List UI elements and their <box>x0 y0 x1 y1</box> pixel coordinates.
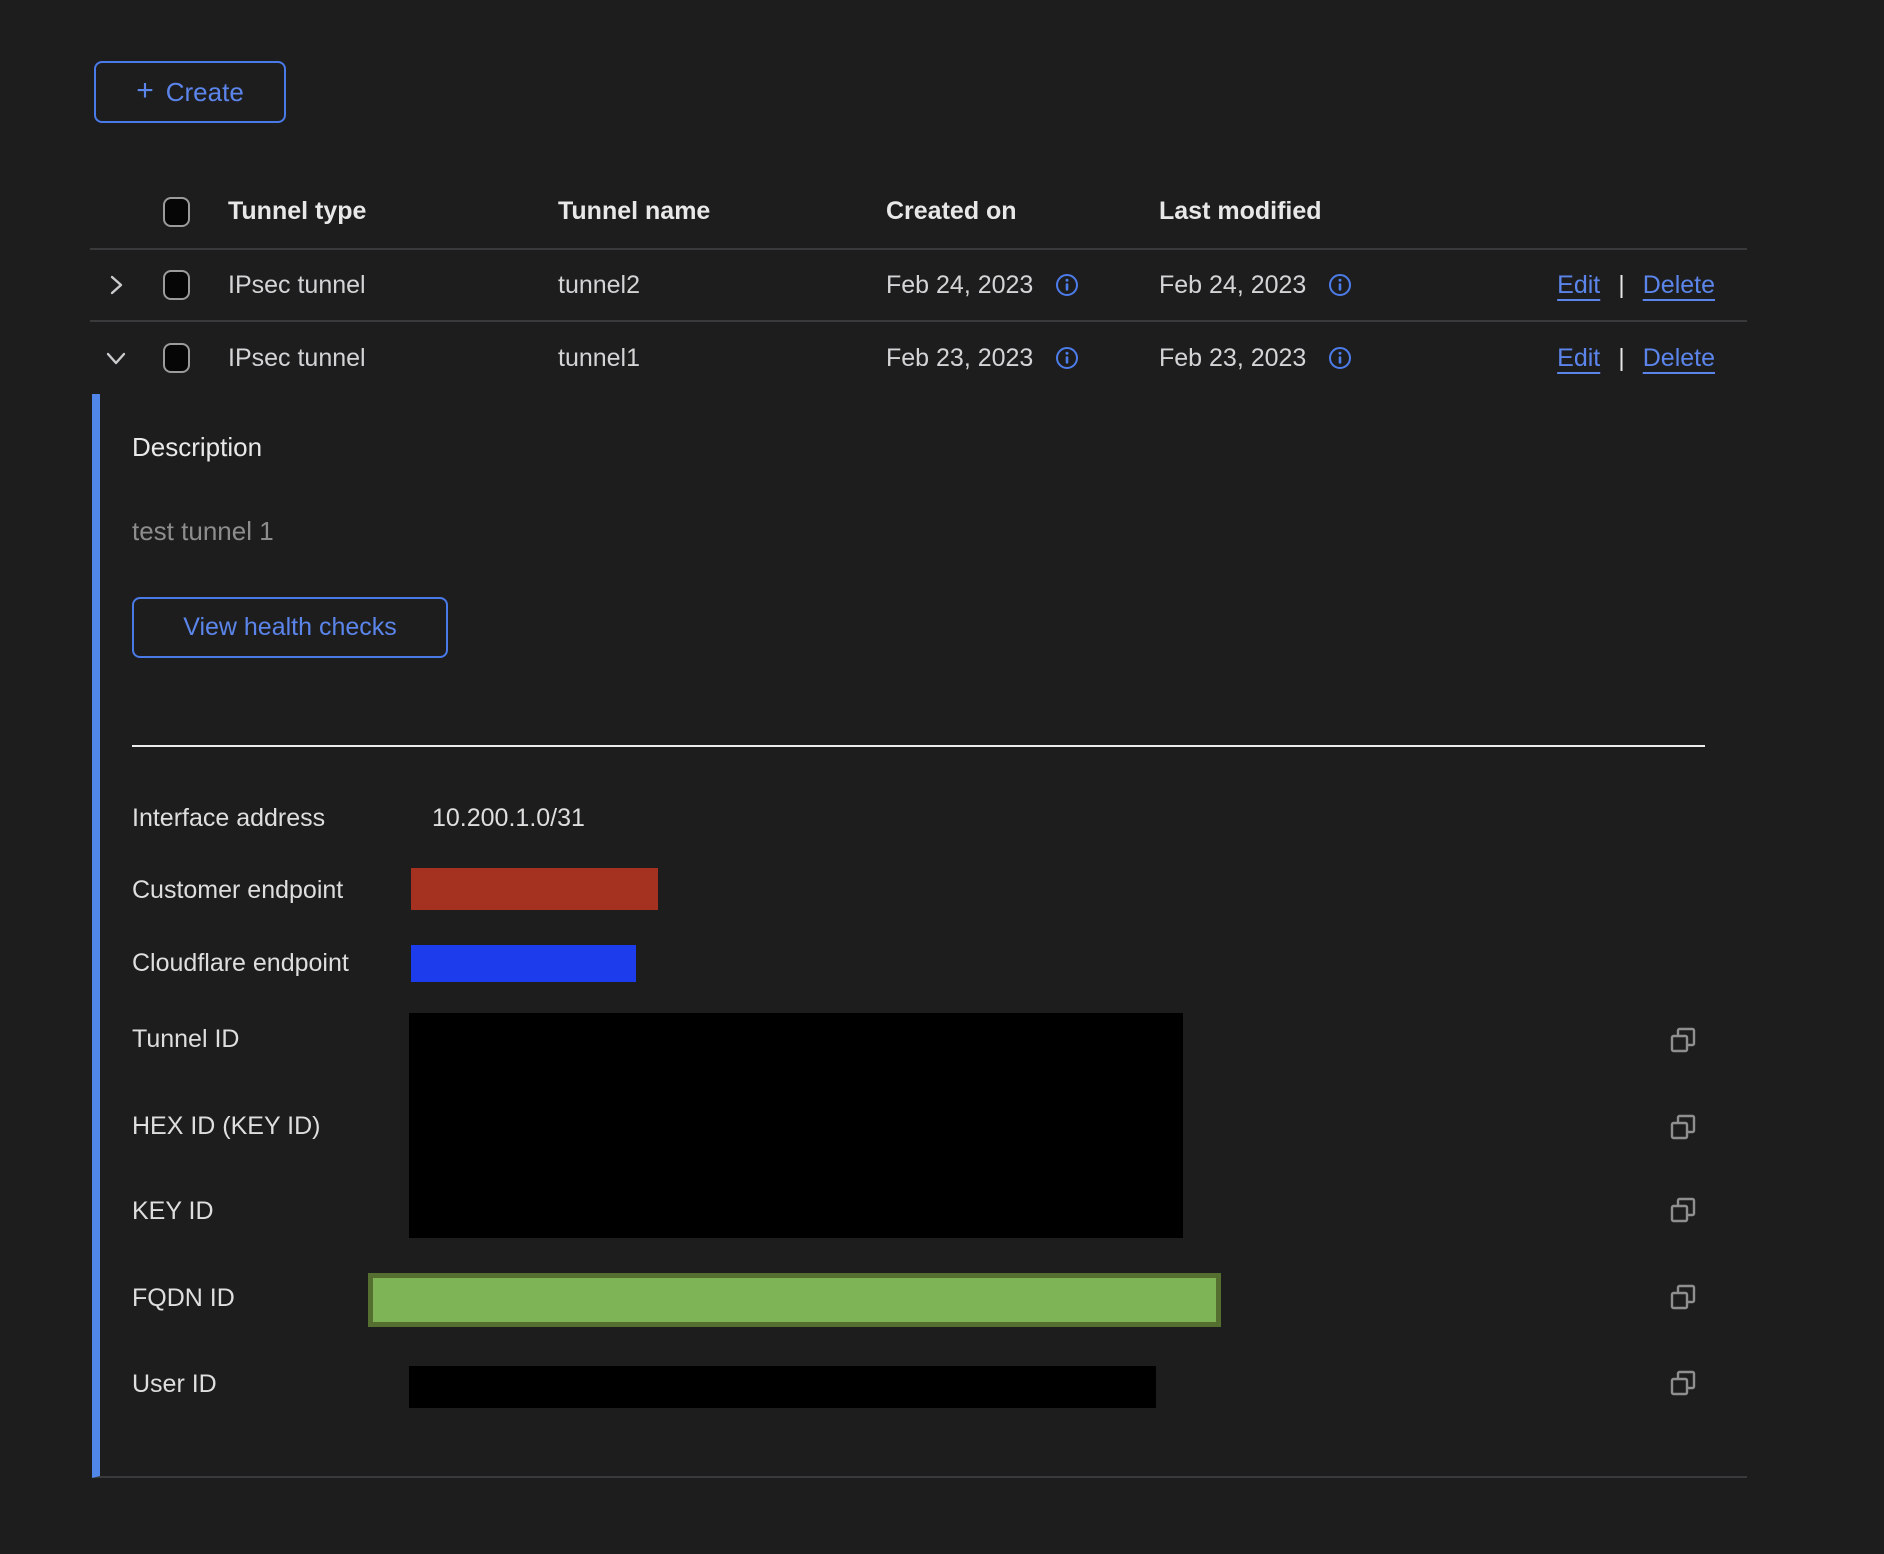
cloudflare-endpoint-redacted-value <box>411 945 636 982</box>
view-health-checks-button[interactable]: View health checks <box>132 597 448 658</box>
collapse-row-button[interactable] <box>90 346 163 370</box>
customer-endpoint-redacted-value <box>411 868 658 910</box>
table-row: IPsec tunnel tunnel1 Feb 23, 2023 Feb 23… <box>90 322 1747 394</box>
action-separator: | <box>1618 344 1625 373</box>
row-actions: Edit | Delete <box>1460 271 1747 300</box>
copy-tunnel-id-button[interactable] <box>1668 1026 1698 1056</box>
delete-link[interactable]: Delete <box>1643 344 1715 373</box>
create-button[interactable]: + Create <box>94 61 286 123</box>
expand-row-button[interactable] <box>90 273 163 297</box>
ids-redacted-values <box>409 1013 1183 1238</box>
created-on-date: Feb 23, 2023 <box>886 344 1033 373</box>
fqdn-id-label: FQDN ID <box>132 1283 235 1313</box>
table-row: IPsec tunnel tunnel2 Feb 24, 2023 Feb 24… <box>90 250 1747 322</box>
customer-endpoint-label: Customer endpoint <box>132 875 343 905</box>
last-modified-cell: Feb 24, 2023 <box>1159 271 1460 300</box>
section-divider <box>132 745 1705 747</box>
copy-user-id-button[interactable] <box>1668 1369 1698 1399</box>
copy-icon <box>1668 1283 1698 1313</box>
chevron-down-icon <box>104 346 128 370</box>
select-all-checkbox[interactable] <box>163 197 190 227</box>
interface-address-label: Interface address <box>132 803 325 833</box>
tunnel-name-cell: tunnel2 <box>558 271 886 300</box>
info-icon[interactable] <box>1055 346 1079 370</box>
row-checkbox[interactable] <box>163 270 190 300</box>
header-created-on: Created on <box>886 197 1159 226</box>
last-modified-date: Feb 24, 2023 <box>1159 271 1306 300</box>
table-header-row: Tunnel type Tunnel name Created on Last … <box>90 175 1747 250</box>
info-icon[interactable] <box>1328 346 1352 370</box>
plus-icon: + <box>136 76 154 106</box>
info-icon[interactable] <box>1055 273 1079 297</box>
tunnel-id-label: Tunnel ID <box>132 1024 239 1054</box>
row-actions: Edit | Delete <box>1460 344 1747 373</box>
tunnel-name-cell: tunnel1 <box>558 344 886 373</box>
description-value: test tunnel 1 <box>132 516 274 547</box>
copy-key-id-button[interactable] <box>1668 1196 1698 1226</box>
user-id-redacted-value <box>409 1366 1156 1408</box>
edit-link[interactable]: Edit <box>1557 344 1600 373</box>
header-tunnel-type: Tunnel type <box>228 197 558 226</box>
user-id-label: User ID <box>132 1369 217 1399</box>
tunnel-type-cell: IPsec tunnel <box>228 271 558 300</box>
tunnels-table: Tunnel type Tunnel name Created on Last … <box>90 175 1747 1478</box>
created-on-cell: Feb 24, 2023 <box>886 271 1159 300</box>
copy-icon <box>1668 1196 1698 1226</box>
key-id-label: KEY ID <box>132 1196 214 1226</box>
create-button-label: Create <box>166 77 244 108</box>
copy-icon <box>1668 1026 1698 1056</box>
hex-id-label: HEX ID (KEY ID) <box>132 1111 320 1141</box>
chevron-right-icon <box>104 273 128 297</box>
last-modified-cell: Feb 23, 2023 <box>1159 344 1460 373</box>
tunnel-type-cell: IPsec tunnel <box>228 344 558 373</box>
header-last-modified: Last modified <box>1159 197 1460 226</box>
copy-icon <box>1668 1369 1698 1399</box>
expanded-tunnel-details: Description test tunnel 1 View health ch… <box>92 394 1747 1478</box>
copy-icon <box>1668 1113 1698 1143</box>
copy-fqdn-id-button[interactable] <box>1668 1283 1698 1313</box>
interface-address-value: 10.200.1.0/31 <box>432 803 585 833</box>
cloudflare-endpoint-label: Cloudflare endpoint <box>132 948 349 978</box>
description-label: Description <box>132 432 262 463</box>
info-icon[interactable] <box>1328 273 1352 297</box>
created-on-cell: Feb 23, 2023 <box>886 344 1159 373</box>
fqdn-id-redacted-value <box>368 1273 1221 1327</box>
last-modified-date: Feb 23, 2023 <box>1159 344 1306 373</box>
copy-hex-id-button[interactable] <box>1668 1113 1698 1143</box>
action-separator: | <box>1618 271 1625 300</box>
tunnels-page: { "colors": { "background": "#1d1d1e", "… <box>0 0 1884 1554</box>
header-tunnel-name: Tunnel name <box>558 197 886 226</box>
delete-link[interactable]: Delete <box>1643 271 1715 300</box>
edit-link[interactable]: Edit <box>1557 271 1600 300</box>
row-checkbox[interactable] <box>163 343 190 373</box>
created-on-date: Feb 24, 2023 <box>886 271 1033 300</box>
